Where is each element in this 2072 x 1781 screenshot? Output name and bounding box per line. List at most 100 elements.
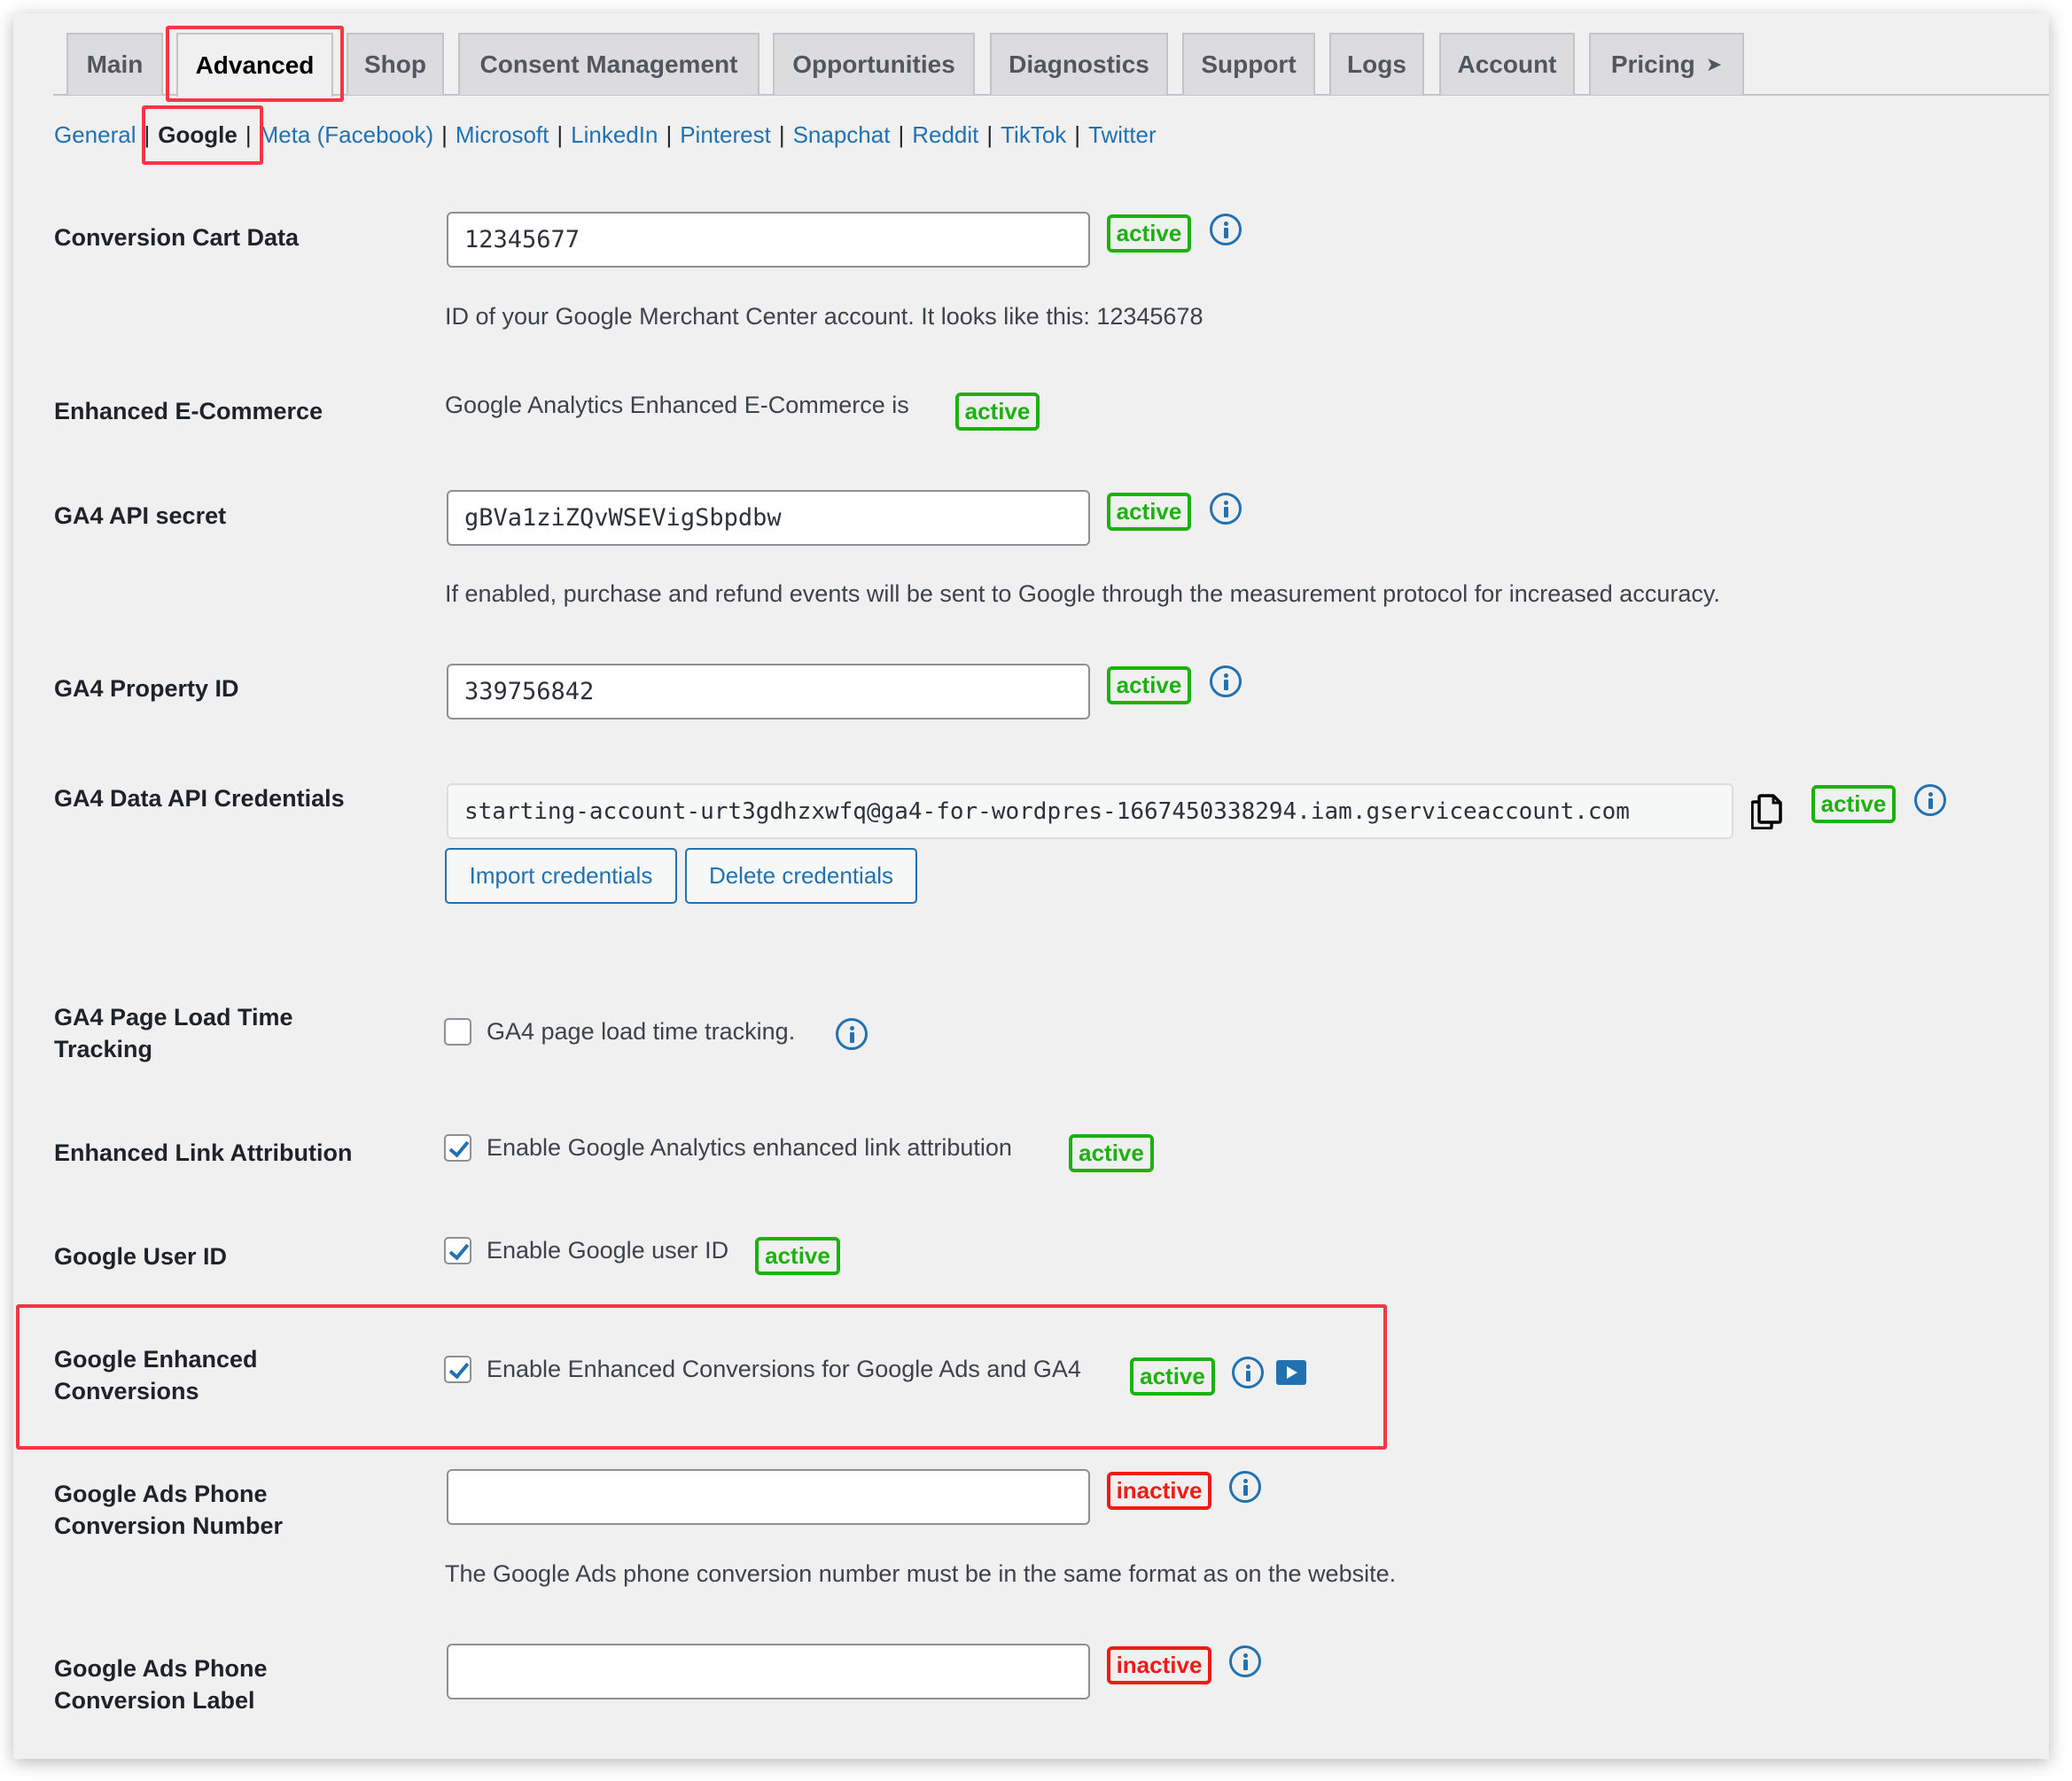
- enhanced-link-attribution-label: Enhanced Link Attribution: [54, 1139, 353, 1166]
- subnav-separator: |: [441, 121, 448, 148]
- label-line: Google Ads Phone: [54, 1655, 268, 1682]
- info-icon[interactable]: [1914, 784, 1946, 816]
- status-badge: active: [1811, 785, 1896, 823]
- info-icon[interactable]: [1232, 1357, 1264, 1388]
- subnav-separator: |: [666, 121, 673, 148]
- tab-shop[interactable]: Shop: [347, 33, 444, 95]
- label-line: GA4 Page Load Time: [54, 1004, 293, 1030]
- subnav-pinterest[interactable]: Pinterest: [680, 121, 771, 149]
- conversion-cart-data-label: Conversion Cart Data: [54, 224, 300, 251]
- copy-icon[interactable]: [1751, 794, 1783, 829]
- subnav-separator: |: [898, 121, 905, 148]
- info-icon[interactable]: [836, 1018, 868, 1050]
- tab-main[interactable]: Main: [66, 33, 163, 95]
- ga4-api-secret-input[interactable]: gBVa1ziZQvWSEVigSbpdbw: [447, 490, 1090, 546]
- subnav-separator: |: [1074, 121, 1081, 148]
- ga4-api-secret-label: GA4 API secret: [54, 502, 227, 529]
- subnav-tiktok[interactable]: TikTok: [1001, 121, 1066, 149]
- status-badge: active: [1130, 1357, 1215, 1396]
- google-user-id-option: Enable Google user ID: [444, 1237, 728, 1264]
- google-ads-phone-conversion-number-input[interactable]: [447, 1469, 1090, 1525]
- sub-navigation: General | Google | Meta (Facebook) | Mic…: [54, 121, 1157, 149]
- google-ads-phone-conversion-label-input[interactable]: [447, 1644, 1090, 1699]
- tab-label: Logs: [1347, 51, 1406, 78]
- enhanced-ecommerce-text: Google Analytics Enhanced E-Commerce is: [445, 392, 909, 418]
- google-enhanced-conversions-label: Google Enhanced Conversions: [54, 1343, 258, 1407]
- subnav-separator: |: [986, 121, 993, 148]
- google-ads-phone-conversion-number-label: Google Ads Phone Conversion Number: [54, 1478, 283, 1542]
- tab-opportunities[interactable]: Opportunities: [773, 33, 975, 95]
- status-badge: inactive: [1107, 1646, 1211, 1684]
- subnav-reddit[interactable]: Reddit: [912, 121, 978, 149]
- ga4-api-secret-description: If enabled, purchase and refund events w…: [445, 580, 1720, 607]
- tab-account[interactable]: Account: [1439, 33, 1575, 95]
- status-badge: inactive: [1107, 1472, 1211, 1510]
- subnav-twitter[interactable]: Twitter: [1088, 121, 1157, 149]
- tab-advanced[interactable]: Advanced: [176, 33, 333, 97]
- ga4-page-load-time-checkbox[interactable]: [444, 1018, 471, 1046]
- conversion-cart-data-description: ID of your Google Merchant Center accoun…: [445, 303, 1203, 330]
- ga4-data-api-credentials-label: GA4 Data API Credentials: [54, 785, 345, 812]
- checkbox-label: GA4 page load time tracking.: [487, 1018, 796, 1045]
- info-icon[interactable]: [1210, 493, 1242, 525]
- tab-label: Shop: [364, 51, 426, 78]
- google-user-id-checkbox[interactable]: [444, 1237, 471, 1264]
- info-icon[interactable]: [1210, 665, 1242, 697]
- label-line: Conversion Number: [54, 1513, 284, 1539]
- subnav-separator: |: [778, 121, 785, 148]
- tab-logs[interactable]: Logs: [1329, 33, 1424, 95]
- google-user-id-label: Google User ID: [54, 1243, 228, 1270]
- status-badge: active: [1069, 1134, 1154, 1172]
- ga4-property-id-input[interactable]: 339756842: [447, 664, 1090, 719]
- subnav-general[interactable]: General: [54, 121, 136, 149]
- ga4-page-load-time-label: GA4 Page Load Time Tracking: [54, 1001, 293, 1065]
- tab-label: Pricing: [1610, 51, 1695, 78]
- tab-pricing[interactable]: Pricing ➤: [1589, 33, 1744, 95]
- enhanced-link-attribution-checkbox[interactable]: [444, 1134, 471, 1162]
- info-icon[interactable]: [1229, 1645, 1261, 1677]
- label-line: Google Enhanced: [54, 1346, 258, 1373]
- google-enhanced-conversions-checkbox[interactable]: [444, 1356, 471, 1383]
- ga4-property-id-label: GA4 Property ID: [54, 675, 239, 702]
- status-badge: active: [955, 393, 1040, 431]
- tab-diagnostics[interactable]: Diagnostics: [990, 33, 1168, 95]
- ga4-credentials-field[interactable]: starting-account-urt3gdhzxwfq@ga4-for-wo…: [447, 783, 1733, 839]
- tab-label: Support: [1201, 51, 1297, 78]
- tab-label: Opportunities: [792, 51, 955, 78]
- subnav-separator: |: [144, 121, 151, 148]
- checkbox-label: Enable Enhanced Conversions for Google A…: [487, 1356, 1081, 1382]
- delete-credentials-button[interactable]: Delete credentials: [685, 848, 917, 904]
- subnav-linkedin[interactable]: LinkedIn: [571, 121, 658, 149]
- video-play-icon[interactable]: [1276, 1360, 1306, 1385]
- conversion-cart-data-input[interactable]: 12345677: [447, 212, 1090, 268]
- status-badge: active: [1107, 214, 1191, 253]
- google-enhanced-conversions-option: Enable Enhanced Conversions for Google A…: [444, 1356, 1081, 1383]
- ga4-page-load-time-option: GA4 page load time tracking.: [444, 1018, 795, 1046]
- checkbox-label: Enable Google user ID: [487, 1237, 729, 1264]
- tab-support[interactable]: Support: [1182, 33, 1315, 95]
- enhanced-link-attribution-option: Enable Google Analytics enhanced link at…: [444, 1134, 1012, 1162]
- tab-consent-management[interactable]: Consent Management: [458, 33, 759, 95]
- status-badge: active: [755, 1237, 840, 1275]
- import-credentials-button[interactable]: Import credentials: [445, 848, 677, 904]
- tab-label: Advanced: [195, 51, 315, 79]
- label-line: Tracking: [54, 1036, 153, 1062]
- subnav-google[interactable]: Google: [158, 121, 238, 149]
- info-icon[interactable]: [1229, 1471, 1261, 1503]
- label-line: Conversion Label: [54, 1687, 255, 1714]
- subnav-separator: |: [245, 121, 252, 148]
- label-line: Google Ads Phone: [54, 1481, 268, 1507]
- subnav-separator: |: [557, 121, 564, 148]
- status-badge: active: [1107, 493, 1191, 531]
- info-icon[interactable]: [1210, 214, 1242, 245]
- tab-label: Account: [1457, 51, 1557, 78]
- tab-label: Diagnostics: [1009, 51, 1149, 78]
- checkbox-label: Enable Google Analytics enhanced link at…: [487, 1134, 1012, 1161]
- subnav-meta-facebook[interactable]: Meta (Facebook): [260, 121, 434, 149]
- subnav-microsoft[interactable]: Microsoft: [456, 121, 549, 149]
- chevron-right-icon: ➤: [1705, 53, 1723, 75]
- enhanced-ecommerce-label: Enhanced E-Commerce: [54, 398, 323, 424]
- tab-label: Main: [86, 51, 144, 78]
- status-badge: active: [1107, 666, 1191, 704]
- subnav-snapchat[interactable]: Snapchat: [793, 121, 891, 149]
